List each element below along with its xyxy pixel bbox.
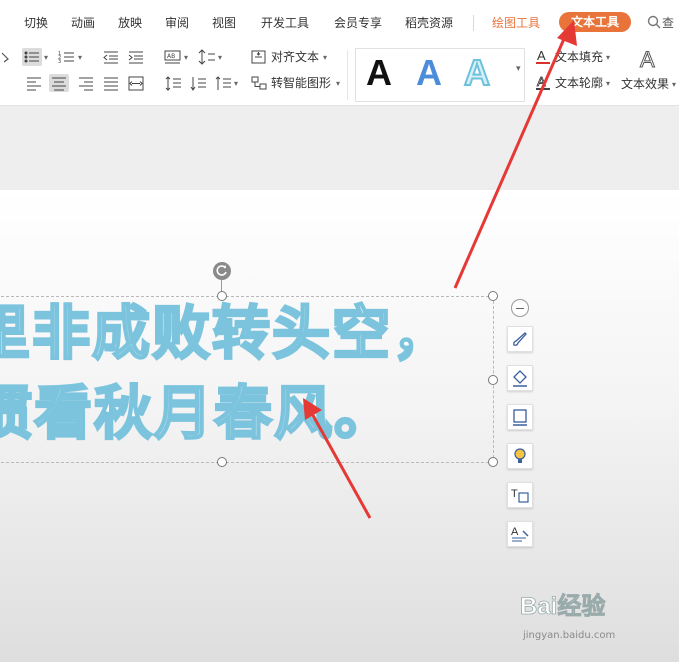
svg-text:A: A	[511, 526, 519, 538]
tab-transitions[interactable]: 切换	[24, 15, 48, 31]
canvas-background	[0, 106, 679, 190]
watermark-url: jingyan.baidu.com	[523, 630, 616, 641]
text-effect-button[interactable]: 文本效果	[621, 76, 669, 92]
chevron-down-icon[interactable]: ▾	[44, 53, 48, 62]
chevron-down-icon[interactable]: ▾	[78, 53, 82, 62]
text-style-black[interactable]: A	[366, 51, 392, 95]
text-outline-icon[interactable]: A	[535, 73, 555, 91]
increase-indent-icon[interactable]	[126, 48, 146, 66]
text-box-icon: T	[511, 488, 529, 503]
svg-text:A: A	[537, 48, 546, 63]
chevron-down-icon[interactable]: ▾	[606, 53, 610, 62]
brush-icon	[513, 332, 527, 346]
tab-text-tools[interactable]: 文本工具	[559, 12, 632, 32]
align-text-button[interactable]: 对齐文本	[271, 49, 319, 65]
align-right-icon[interactable]	[76, 74, 96, 92]
chevron-down-icon[interactable]: ▾	[606, 79, 610, 88]
collapse-toolbar-icon[interactable]	[511, 299, 529, 317]
tab-slideshow[interactable]: 放映	[118, 15, 142, 31]
watermark-logo: Bai经验	[520, 593, 606, 621]
ribbon-divider	[347, 50, 348, 100]
chevron-down-icon[interactable]: ▾	[218, 53, 222, 62]
line-spacing-icon[interactable]	[197, 48, 217, 66]
resize-handle-top-right[interactable]	[488, 291, 498, 301]
svg-text:3: 3	[58, 59, 61, 65]
decrease-indent-icon[interactable]	[101, 48, 121, 66]
text-effect-icon[interactable]: A	[638, 46, 662, 76]
tab-member[interactable]: 会员专享	[334, 15, 382, 31]
shape-outline-button[interactable]	[507, 404, 533, 430]
tab-divider	[473, 15, 474, 31]
tab-animation[interactable]: 动画	[71, 15, 95, 31]
svg-text:T: T	[511, 488, 518, 500]
text-tools-ribbon: ▾ 123 ▾ AB ▾ ▾ 对齐文本 ▾ ▾ 转智能图形 ▾ A A A ▾ …	[0, 44, 679, 106]
partial-icon[interactable]	[0, 48, 20, 66]
bullet-list-icon[interactable]	[22, 48, 42, 66]
search-icon[interactable]	[647, 14, 661, 33]
chevron-down-icon[interactable]: ▾	[336, 79, 340, 88]
slide-text-line-2[interactable]: 惯看秋月春风。	[0, 378, 394, 449]
svg-text:AB: AB	[167, 53, 175, 60]
align-text-icon[interactable]	[249, 48, 269, 66]
resize-handle-right[interactable]	[488, 375, 498, 385]
text-direction-icon[interactable]: AB	[163, 48, 183, 66]
justify-icon[interactable]	[101, 74, 121, 92]
tab-view[interactable]: 视图	[212, 15, 236, 31]
distribute-icon[interactable]	[126, 74, 146, 92]
text-outline-button[interactable]: 文本轮廓	[555, 75, 603, 91]
svg-text:A: A	[537, 74, 546, 89]
text-style-gallery: A A A	[355, 48, 525, 102]
text-box-button[interactable]: T	[507, 482, 533, 508]
resize-handle-bottom-right[interactable]	[488, 457, 498, 467]
align-left-icon[interactable]	[24, 74, 44, 92]
fill-bucket-icon	[513, 370, 527, 387]
text-format-button[interactable]: A	[507, 521, 533, 547]
smart-shape-icon[interactable]	[249, 74, 269, 92]
text-fill-button[interactable]: 文本填充	[555, 49, 603, 65]
shape-style-button[interactable]	[507, 326, 533, 352]
rotate-handle[interactable]	[213, 262, 231, 280]
text-fill-icon[interactable]: A	[535, 47, 555, 65]
slide-text-line-1[interactable]: 里非成败转头空，	[0, 298, 452, 369]
lightbulb-icon	[514, 448, 526, 463]
outline-icon	[513, 409, 527, 426]
tab-drawing-tools[interactable]: 绘图工具	[492, 15, 540, 31]
chevron-down-icon[interactable]: ▾	[672, 80, 676, 89]
chevron-down-icon[interactable]: ▾	[323, 53, 327, 62]
tab-docer-resources[interactable]: 稻壳资源	[405, 15, 453, 31]
spacing-after-icon[interactable]	[213, 74, 233, 92]
shape-fill-button[interactable]	[507, 365, 533, 391]
ribbon-tab-bar: 切换 动画 放映 审阅 视图 开发工具 会员专享 稻壳资源 绘图工具 文本工具 …	[0, 0, 679, 44]
convert-smart-shape-button[interactable]: 转智能图形	[271, 75, 331, 91]
tab-review[interactable]: 审阅	[165, 15, 189, 31]
svg-text:A: A	[640, 47, 655, 72]
resize-handle-bottom[interactable]	[217, 457, 227, 467]
text-format-icon: A	[511, 526, 529, 542]
baidu-watermark: Bai经验 jingyan.baidu.com	[520, 586, 660, 646]
text-style-blue[interactable]: A	[416, 51, 442, 95]
smart-assistant-button[interactable]	[507, 443, 533, 469]
gallery-more-icon[interactable]: ▾	[516, 64, 521, 74]
chevron-down-icon[interactable]: ▾	[234, 79, 238, 88]
tab-developer[interactable]: 开发工具	[261, 15, 309, 31]
spacing-before-icon[interactable]	[188, 74, 208, 92]
numbered-list-icon[interactable]: 123	[57, 48, 77, 66]
tab-search[interactable]: 查	[662, 15, 674, 31]
text-style-outline[interactable]: A	[463, 51, 491, 95]
paragraph-spacing-icon[interactable]	[163, 74, 183, 92]
chevron-down-icon[interactable]: ▾	[184, 53, 188, 62]
align-center-icon[interactable]	[49, 74, 69, 92]
